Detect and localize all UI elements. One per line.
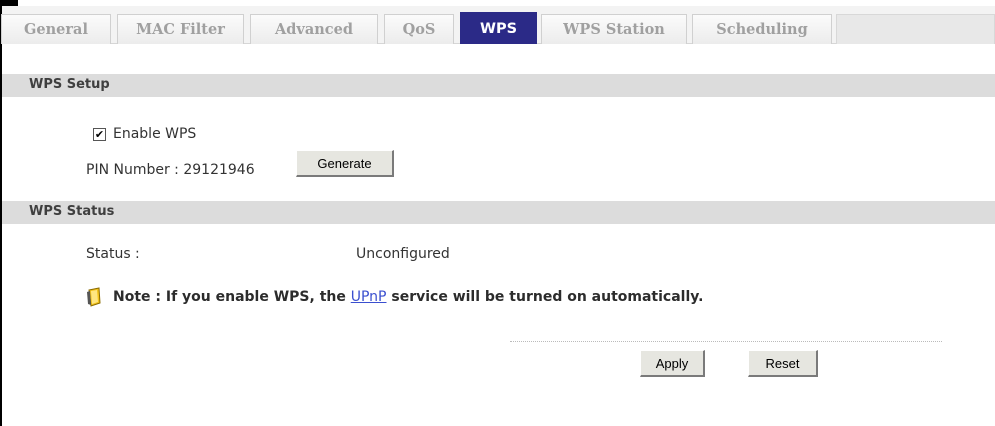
- note-text-suffix: service will be turned on automatically.: [386, 289, 704, 305]
- apply-button[interactable]: Apply: [640, 350, 705, 377]
- tab-bar: General MAC Filter Advanced QoS WPS WPS …: [1, 6, 995, 44]
- tab-mac-filter[interactable]: MAC Filter: [117, 14, 244, 44]
- divider: [510, 341, 942, 342]
- pin-number-label: PIN Number : 29121946: [86, 162, 255, 178]
- upnp-note: Note : If you enable WPS, the UPnP servi…: [85, 287, 703, 307]
- tab-wps-station[interactable]: WPS Station: [541, 14, 687, 44]
- upnp-link[interactable]: UPnP: [351, 289, 387, 305]
- status-value: Unconfigured: [356, 246, 450, 262]
- reset-button[interactable]: Reset: [748, 350, 818, 377]
- note-text-prefix: Note : If you enable WPS, the: [113, 289, 351, 305]
- generate-button[interactable]: Generate: [296, 150, 394, 177]
- wps-setup-title: WPS Setup: [29, 77, 110, 92]
- checkmark-icon: ✔: [94, 128, 105, 141]
- tab-advanced[interactable]: Advanced: [250, 14, 378, 44]
- tab-scheduling[interactable]: Scheduling: [692, 14, 832, 44]
- tab-wps[interactable]: WPS: [460, 12, 537, 44]
- note-icon: [85, 287, 105, 307]
- tab-general[interactable]: General: [1, 14, 111, 44]
- wps-status-title: WPS Status: [29, 204, 115, 219]
- tab-qos[interactable]: QoS: [384, 14, 454, 44]
- enable-wps-label: Enable WPS: [113, 126, 197, 142]
- wps-status-header: WPS Status: [2, 201, 995, 224]
- tab-bar-filler: [836, 14, 995, 44]
- status-label: Status :: [86, 246, 140, 262]
- wps-setup-header: WPS Setup: [2, 74, 995, 97]
- enable-wps-checkbox[interactable]: ✔: [93, 128, 106, 141]
